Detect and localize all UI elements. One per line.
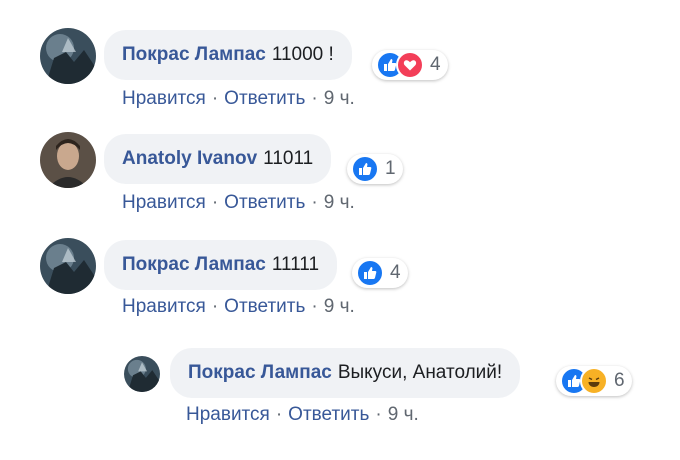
separator: ·	[311, 88, 318, 109]
haha-icon	[580, 367, 608, 395]
comment-actions: Нравится · Ответить · 9 ч.	[122, 192, 355, 214]
reply-link[interactable]: Ответить	[288, 404, 369, 425]
timestamp[interactable]: 9 ч.	[388, 404, 419, 425]
love-icon	[396, 51, 424, 79]
reactions-summary[interactable]: 4	[352, 258, 408, 288]
comment-author[interactable]: Покрас Лампас	[188, 362, 332, 384]
comment-text: Выкуси, Анатолий!	[337, 362, 503, 383]
separator: ·	[211, 192, 219, 213]
comment-text: 11000 !	[271, 44, 334, 65]
like-link[interactable]: Нравится	[122, 88, 206, 109]
reactions-summary[interactable]: 6	[556, 366, 632, 396]
like-link[interactable]: Нравится	[186, 404, 270, 425]
comment-bubble: Покрас Лампас Выкуси, Анатолий!	[170, 348, 521, 398]
reply-link[interactable]: Ответить	[224, 88, 305, 109]
separator: ·	[275, 404, 283, 425]
avatar[interactable]	[40, 238, 96, 294]
reply-link[interactable]: Ответить	[224, 296, 305, 317]
comment-text: 11011	[263, 148, 314, 169]
comment-bubble: Покрас Лампас 11111	[104, 240, 338, 290]
timestamp[interactable]: 9 ч.	[324, 88, 355, 109]
comment-author[interactable]: Покрас Лампас	[122, 44, 266, 66]
like-icon	[356, 259, 384, 287]
avatar[interactable]	[40, 28, 96, 84]
separator: ·	[211, 88, 219, 109]
separator: ·	[211, 296, 219, 317]
comment-actions: Нравится · Ответить · 9 ч.	[186, 404, 419, 426]
comment-text: 11111	[271, 254, 320, 275]
reactions-summary[interactable]: 1	[347, 154, 403, 184]
like-icon	[351, 155, 379, 183]
avatar[interactable]	[124, 356, 160, 392]
timestamp[interactable]: 9 ч.	[324, 296, 355, 317]
comment-actions: Нравится · Ответить · 9 ч.	[122, 88, 355, 110]
comment-actions: Нравится · Ответить · 9 ч.	[122, 296, 355, 318]
separator: ·	[375, 404, 382, 425]
reaction-count: 1	[385, 158, 396, 179]
separator: ·	[311, 192, 318, 213]
comment-author[interactable]: Покрас Лампас	[122, 254, 266, 276]
reaction-count: 4	[430, 54, 441, 75]
reaction-count: 6	[614, 370, 625, 391]
like-link[interactable]: Нравится	[122, 296, 206, 317]
reaction-count: 4	[390, 262, 401, 283]
comment-bubble: Покрас Лампас 11000 !	[104, 30, 352, 80]
comment-bubble: Anatoly Ivanov 11011	[104, 134, 332, 184]
reply-link[interactable]: Ответить	[224, 192, 305, 213]
separator: ·	[311, 296, 318, 317]
timestamp[interactable]: 9 ч.	[324, 192, 355, 213]
like-link[interactable]: Нравится	[122, 192, 206, 213]
reactions-summary[interactable]: 4	[372, 50, 448, 80]
avatar[interactable]	[40, 132, 96, 188]
comment-author[interactable]: Anatoly Ivanov	[122, 148, 257, 170]
